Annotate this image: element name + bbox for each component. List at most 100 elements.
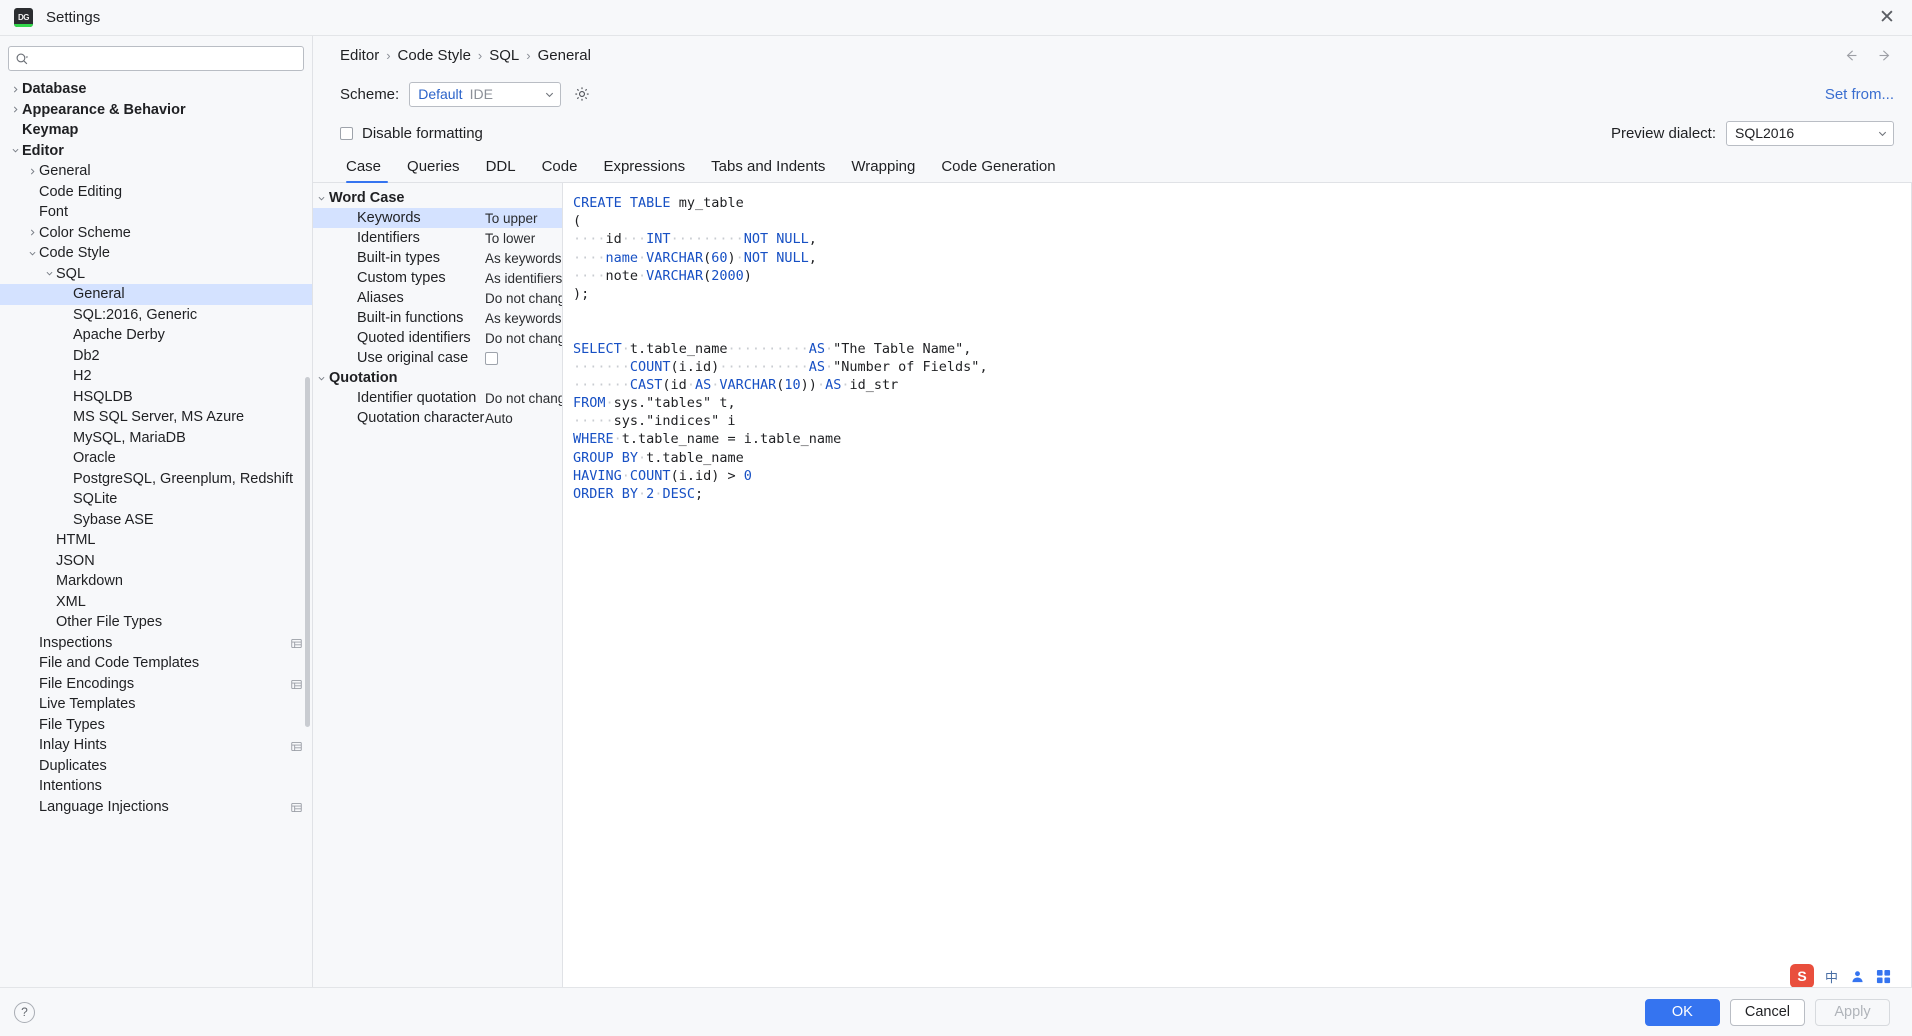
sidebar-item-db2[interactable]: Db2	[0, 346, 312, 367]
cancel-button[interactable]: Cancel	[1729, 998, 1805, 1026]
option-row-built-in-types[interactable]: Built-in types As keywords	[313, 248, 562, 268]
option-value[interactable]: To upper	[485, 211, 538, 226]
sidebar-item-mysql-mariadb[interactable]: MySQL, MariaDB	[0, 428, 312, 449]
ime-chinese-icon[interactable]: 中	[1823, 968, 1840, 985]
option-value[interactable]: Do not change	[485, 291, 562, 306]
tab-code[interactable]: Code	[529, 158, 591, 182]
disable-formatting-checkbox[interactable]	[340, 126, 353, 140]
chevron-right-icon[interactable]	[25, 167, 39, 176]
sidebar-item-file-encodings[interactable]: File Encodings	[0, 674, 312, 695]
chevron-right-icon[interactable]	[8, 105, 22, 114]
option-row-identifiers[interactable]: Identifiers To lower	[313, 228, 562, 248]
option-row-keywords[interactable]: Keywords To upper	[313, 208, 562, 228]
ok-button[interactable]: OK	[1644, 998, 1720, 1026]
option-row-identifier-quotation[interactable]: Identifier quotation Do not change	[313, 388, 562, 408]
sidebar-item-file-and-code-templates[interactable]: File and Code Templates	[0, 653, 312, 674]
tab-expressions[interactable]: Expressions	[590, 158, 698, 182]
sidebar-item-markdown[interactable]: Markdown	[0, 571, 312, 592]
set-from-link[interactable]: Set from...	[1825, 86, 1894, 103]
option-checkbox[interactable]	[485, 351, 498, 365]
option-value[interactable]: As keywords	[485, 251, 562, 266]
chevron-right-icon[interactable]	[8, 85, 22, 94]
options-list[interactable]: Word Case Keywords To upper Identifiers To l…	[313, 183, 563, 987]
close-icon[interactable]: ✕	[1876, 7, 1898, 29]
sidebar-item-oracle[interactable]: Oracle	[0, 448, 312, 469]
sidebar-item-postgresql-greenplum-redshift[interactable]: PostgreSQL, Greenplum, Redshift	[0, 469, 312, 490]
sidebar-item-live-templates[interactable]: Live Templates	[0, 694, 312, 715]
option-value[interactable]: Auto	[485, 411, 513, 426]
ime-keyboard-icon[interactable]	[1875, 968, 1892, 985]
sidebar-item-sql-2016-generic[interactable]: SQL:2016, Generic	[0, 305, 312, 326]
option-value[interactable]: As identifiers	[485, 271, 562, 286]
chevron-down-icon[interactable]	[42, 269, 56, 278]
ime-person-icon[interactable]	[1849, 968, 1866, 985]
breadcrumb-item[interactable]: SQL	[489, 47, 519, 64]
sidebar-item-h2[interactable]: H2	[0, 366, 312, 387]
sidebar-item-code-editing[interactable]: Code Editing	[0, 182, 312, 203]
breadcrumb-item[interactable]: Editor	[340, 47, 379, 64]
sidebar-item-editor[interactable]: Editor	[0, 141, 312, 162]
sidebar-item-inlay-hints[interactable]: Inlay Hints	[0, 735, 312, 756]
scheme-dropdown[interactable]: Default IDE	[409, 81, 562, 107]
sidebar-item-general[interactable]: General	[0, 161, 312, 182]
option-value[interactable]: Do not change	[485, 331, 562, 346]
sidebar-item-sybase-ase[interactable]: Sybase ASE	[0, 510, 312, 531]
sidebar-item-apache-derby[interactable]: Apache Derby	[0, 325, 312, 346]
preview-dialect-dropdown[interactable]: SQL2016	[1726, 120, 1894, 146]
option-value[interactable]: As keywords	[485, 311, 562, 326]
sidebar-scrollbar[interactable]	[305, 377, 310, 727]
apply-button[interactable]: Apply	[1815, 998, 1890, 1026]
sidebar-item-font[interactable]: Font	[0, 202, 312, 223]
option-row-quotation-character[interactable]: Quotation character Auto	[313, 408, 562, 428]
tab-code-generation[interactable]: Code Generation	[928, 158, 1068, 182]
sidebar-item-duplicates[interactable]: Duplicates	[0, 756, 312, 777]
option-row-word-case[interactable]: Word Case	[313, 188, 562, 208]
sidebar-item-file-types[interactable]: File Types	[0, 715, 312, 736]
sidebar-item-sql[interactable]: SQL	[0, 264, 312, 285]
chevron-down-icon[interactable]	[313, 374, 329, 383]
sidebar-item-language-injections[interactable]: Language Injections	[0, 797, 312, 818]
breadcrumb-item[interactable]: Code Style	[398, 47, 471, 64]
sidebar-item-general[interactable]: General	[0, 284, 312, 305]
sidebar-item-appearance-behavior[interactable]: Appearance & Behavior	[0, 100, 312, 121]
option-value[interactable]: Do not change	[485, 391, 562, 406]
option-row-quoted-identifiers[interactable]: Quoted identifiers Do not change	[313, 328, 562, 348]
sidebar-item-sqlite[interactable]: SQLite	[0, 489, 312, 510]
sogou-ime-icon[interactable]: S	[1790, 964, 1814, 988]
option-row-aliases[interactable]: Aliases Do not change	[313, 288, 562, 308]
sidebar-item-inspections[interactable]: Inspections	[0, 633, 312, 654]
tab-tabs-and-indents[interactable]: Tabs and Indents	[698, 158, 838, 182]
tab-ddl[interactable]: DDL	[473, 158, 529, 182]
tab-case[interactable]: Case	[340, 158, 394, 183]
option-row-custom-types[interactable]: Custom types As identifiers	[313, 268, 562, 288]
chevron-down-icon[interactable]	[25, 249, 39, 258]
chevron-right-icon[interactable]	[25, 228, 39, 237]
sidebar-item-intentions[interactable]: Intentions	[0, 776, 312, 797]
arrow-right-icon[interactable]	[1877, 47, 1894, 64]
sidebar-item-keymap[interactable]: Keymap	[0, 120, 312, 141]
search-input[interactable]	[33, 50, 297, 67]
gear-icon[interactable]	[573, 85, 591, 103]
help-icon[interactable]: ?	[14, 1001, 35, 1023]
sidebar-item-xml[interactable]: XML	[0, 592, 312, 613]
option-value[interactable]: To lower	[485, 231, 535, 246]
sidebar-item-ms-sql-server-ms-azure[interactable]: MS SQL Server, MS Azure	[0, 407, 312, 428]
tab-wrapping[interactable]: Wrapping	[838, 158, 928, 182]
sidebar-item-hsqldb[interactable]: HSQLDB	[0, 387, 312, 408]
chevron-down-icon[interactable]	[8, 146, 22, 155]
search-box[interactable]	[8, 46, 304, 71]
sidebar-item-html[interactable]: HTML	[0, 530, 312, 551]
option-row-quotation[interactable]: Quotation	[313, 368, 562, 388]
sidebar-item-code-style[interactable]: Code Style	[0, 243, 312, 264]
option-row-built-in-functions[interactable]: Built-in functions As keywords	[313, 308, 562, 328]
tab-queries[interactable]: Queries	[394, 158, 473, 182]
sidebar-item-json[interactable]: JSON	[0, 551, 312, 572]
option-row-use-original-case[interactable]: Use original case	[313, 348, 562, 368]
breadcrumb-item[interactable]: General	[538, 47, 591, 64]
arrow-left-icon[interactable]	[1842, 47, 1859, 64]
sidebar-item-other-file-types[interactable]: Other File Types	[0, 612, 312, 633]
settings-tree[interactable]: Database Appearance & Behavior Keymap Edito…	[0, 77, 312, 987]
sidebar-item-database[interactable]: Database	[0, 79, 312, 100]
chevron-down-icon[interactable]	[313, 194, 329, 203]
sidebar-item-color-scheme[interactable]: Color Scheme	[0, 223, 312, 244]
